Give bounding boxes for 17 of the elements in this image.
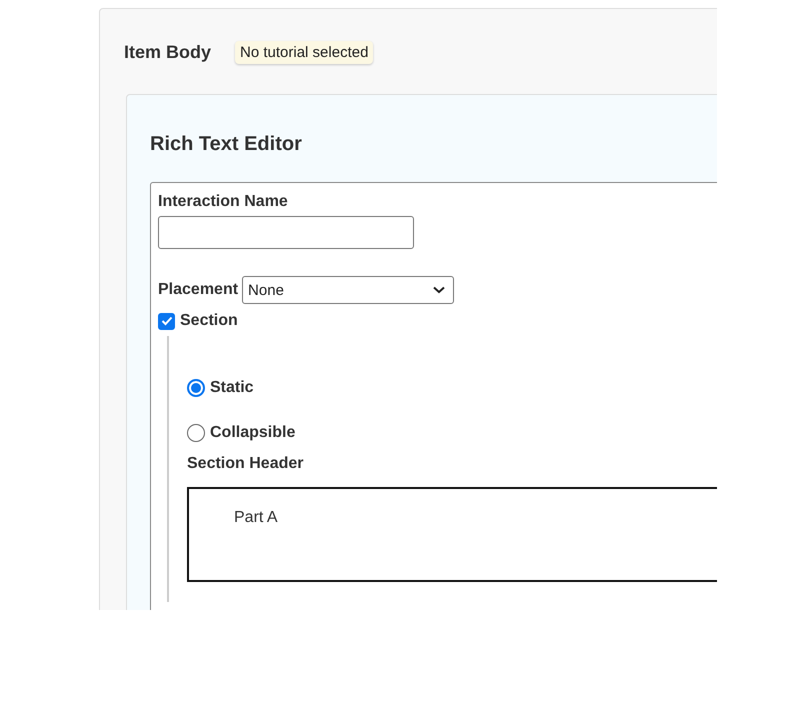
placement-dropdown[interactable]: None bbox=[242, 276, 454, 304]
radio-button[interactable] bbox=[187, 379, 205, 397]
check-icon bbox=[160, 316, 172, 326]
field-label: Interaction Name bbox=[158, 193, 289, 211]
checkbox-label: Section bbox=[180, 312, 238, 330]
field-label: Placement bbox=[158, 281, 238, 299]
field-label: Section Header bbox=[187, 455, 304, 473]
radio-label: Collapsible bbox=[210, 424, 296, 442]
tutorial-badge: No tutorial selected bbox=[235, 41, 374, 64]
editor-title: Rich Text Editor bbox=[150, 133, 303, 156]
section-header-field[interactable]: Part A bbox=[187, 487, 717, 582]
chevron-down-icon bbox=[433, 286, 446, 294]
radio-button[interactable] bbox=[187, 424, 205, 442]
interaction-name-field[interactable] bbox=[158, 216, 414, 249]
panel-title: Item Body bbox=[124, 42, 212, 63]
radio-label: Static bbox=[210, 379, 254, 397]
section-checkbox[interactable] bbox=[158, 312, 175, 330]
